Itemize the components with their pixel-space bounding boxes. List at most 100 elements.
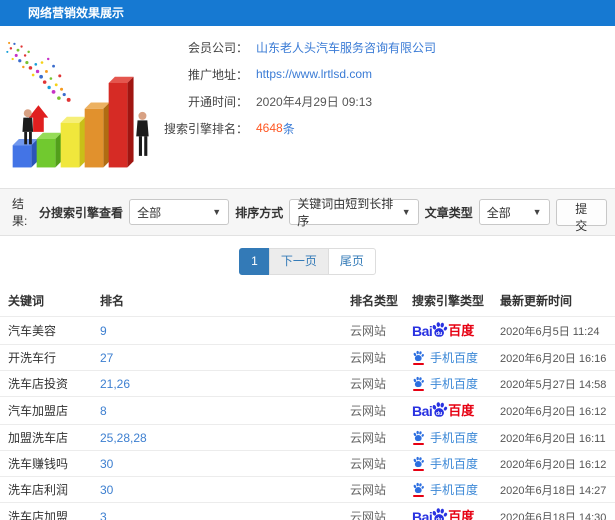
filter-bar: 结果: 分搜索引擎查看 全部 ▼ 排序方式 关键词由短到长排序 ▼ 文章类型 全… xyxy=(0,188,615,236)
table-row: 加盟洗车店 25,28,28 云网站 手机百度 2020年6月20日 16:11 xyxy=(0,424,615,451)
rank-cell[interactable]: 3 xyxy=(95,502,345,520)
baidu-logo-cn-text: 百度 xyxy=(448,403,475,418)
baidu-paw-icon: du xyxy=(432,508,448,520)
engine-select[interactable]: 全部 ▼ xyxy=(129,199,230,225)
rank-cell[interactable]: 27 xyxy=(95,344,345,371)
article-type-select-value: 全部 xyxy=(486,205,511,220)
keyword-cell: 洗车店投资 xyxy=(0,370,95,397)
mobile-baidu-underline xyxy=(413,363,424,365)
mobile-baidu-paw-icon xyxy=(412,456,425,471)
updated-cell: 2020年6月20日 16:12 xyxy=(495,450,615,477)
engine-cell: 手机百度 xyxy=(407,344,495,371)
mobile-baidu-paw-icon xyxy=(412,430,425,445)
keyword-cell: 洗车赚钱吗 xyxy=(0,450,95,477)
result-label: 结果: xyxy=(12,197,28,228)
mobile-baidu-label: 手机百度 xyxy=(430,351,479,365)
submit-button[interactable]: 提交 xyxy=(555,198,607,233)
keyword-cell: 汽车美容 xyxy=(0,316,95,345)
table-row: 汽车加盟店 8 云网站 Bai du 百度 2020年6月20日 16:12 xyxy=(0,396,615,425)
chevron-down-icon: ▼ xyxy=(401,207,411,217)
mobile-baidu-underline xyxy=(413,495,424,497)
updated-cell: 2020年6月20日 16:12 xyxy=(495,396,615,425)
mobile-baidu-badge: 手机百度 xyxy=(412,429,478,446)
last-page-button[interactable]: 尾页 xyxy=(327,248,376,275)
table-row: 汽车美容 9 云网站 Bai du 百度 2020年6月5日 11:24 xyxy=(0,316,615,345)
column-header-2: 排名类型 xyxy=(350,294,399,308)
updated-cell: 2020年6月18日 14:30 xyxy=(495,502,615,520)
keyword-cell: 开洗车行 xyxy=(0,344,95,371)
next-page-button[interactable]: 下一页 xyxy=(268,248,329,275)
sort-select[interactable]: 关键词由短到长排序 ▼ xyxy=(289,197,419,228)
rank-type-cell: 云网站 xyxy=(345,502,407,520)
mobile-baidu-badge: 手机百度 xyxy=(412,375,478,392)
rank-row: 搜索引擎排名： 4648 条 xyxy=(162,119,615,137)
baidu-logo-text: Bai xyxy=(412,322,433,339)
table-row: 洗车赚钱吗 30 云网站 手机百度 2020年6月20日 16:12 xyxy=(0,450,615,477)
baidu-logo: Bai du 百度 xyxy=(412,401,474,420)
table-header-row: 关键词 排名 排名类型 搜索引擎类型 最新更新时间 xyxy=(0,285,615,317)
keyword-cell: 洗车店加盟 xyxy=(0,502,95,520)
rank-cell[interactable]: 25,28,28 xyxy=(95,424,345,451)
article-type-select[interactable]: 全部 ▼ xyxy=(478,199,550,225)
rank-count: 4648 xyxy=(256,121,283,135)
filter-controls: 分搜索引擎查看 全部 ▼ 排序方式 关键词由短到长排序 ▼ 文章类型 全部 ▼ … xyxy=(39,197,607,233)
table-row: 洗车店加盟 3 云网站 Bai du 百度 2020年6月18日 14:30 xyxy=(0,502,615,520)
baidu-paw-icon: du xyxy=(432,402,448,417)
info-rows: 会员公司： 山东老人头汽车服务咨询有限公司 推广地址： https://www.… xyxy=(162,26,615,188)
opened-row: 开通时间： 2020年4月29日 09:13 xyxy=(162,92,615,110)
baidu-logo-text: Bai xyxy=(412,508,433,520)
engine-cell: 手机百度 xyxy=(407,476,495,503)
site-link[interactable]: https://www.lrtlsd.com xyxy=(256,67,372,81)
article-type-label: 文章类型 xyxy=(424,205,473,220)
baidu-logo: Bai du 百度 xyxy=(412,507,474,520)
column-header-4: 最新更新时间 xyxy=(500,294,573,308)
pagination: 1 下一页 尾页 xyxy=(0,236,615,285)
mobile-baidu-underline xyxy=(413,443,424,445)
updated-cell: 2020年6月20日 16:11 xyxy=(495,424,615,451)
column-header-3: 搜索引擎类型 xyxy=(412,294,485,308)
rank-cell[interactable]: 30 xyxy=(95,450,345,477)
rank-cell[interactable]: 21,26 xyxy=(95,370,345,397)
mobile-baidu-paw-icon xyxy=(412,350,425,365)
rank-type-cell: 云网站 xyxy=(345,370,407,397)
engine-cell: 手机百度 xyxy=(407,450,495,477)
site-label: 推广地址： xyxy=(187,67,248,82)
rank-cell[interactable]: 9 xyxy=(95,316,345,345)
engine-cell: Bai du 百度 xyxy=(407,316,495,345)
baidu-paw-du-text: du xyxy=(436,411,442,417)
mobile-baidu-label: 手机百度 xyxy=(430,457,479,471)
rank-cell[interactable]: 30 xyxy=(95,476,345,503)
mobile-baidu-badge: 手机百度 xyxy=(412,481,478,498)
mobile-baidu-label: 手机百度 xyxy=(430,431,479,445)
site-row: 推广地址： https://www.lrtlsd.com xyxy=(162,65,615,83)
engine-cell: Bai du 百度 xyxy=(407,396,495,425)
titlebar: 网络营销效果展示 xyxy=(0,0,615,26)
updated-cell: 2020年6月5日 11:24 xyxy=(495,316,615,345)
engine-cell: Bai du 百度 xyxy=(407,502,495,520)
rank-type-cell: 云网站 xyxy=(345,476,407,503)
rank-type-cell: 云网站 xyxy=(345,450,407,477)
sort-filter-label: 排序方式 xyxy=(235,205,284,220)
company-link[interactable]: 山东老人头汽车服务咨询有限公司 xyxy=(256,39,436,56)
bar-chart-icon xyxy=(6,41,149,168)
rank-type-cell: 云网站 xyxy=(345,424,407,451)
table-row: 开洗车行 27 云网站 手机百度 2020年6月20日 16:16 xyxy=(0,344,615,371)
column-header-1: 排名 xyxy=(100,294,125,308)
page-1-button[interactable]: 1 xyxy=(239,248,270,275)
engine-cell: 手机百度 xyxy=(407,424,495,451)
rank-type-cell: 云网站 xyxy=(345,316,407,345)
company-row: 会员公司： 山东老人头汽车服务咨询有限公司 xyxy=(162,38,615,56)
mobile-baidu-label: 手机百度 xyxy=(430,483,479,497)
growth-bar-chart-illustration xyxy=(2,32,162,188)
mobile-baidu-label: 手机百度 xyxy=(430,377,479,391)
opened-label: 开通时间： xyxy=(187,94,248,109)
baidu-paw-icon: du xyxy=(432,322,448,337)
updated-cell: 2020年5月27日 14:58 xyxy=(495,370,615,397)
chevron-down-icon: ▼ xyxy=(212,207,222,217)
table-row: 洗车店投资 21,26 云网站 手机百度 2020年5月27日 14:58 xyxy=(0,370,615,397)
rank-cell[interactable]: 8 xyxy=(95,396,345,425)
engine-select-value: 全部 xyxy=(137,205,162,220)
chevron-down-icon: ▼ xyxy=(532,207,542,217)
engine-cell: 手机百度 xyxy=(407,370,495,397)
company-label: 会员公司： xyxy=(187,40,248,55)
